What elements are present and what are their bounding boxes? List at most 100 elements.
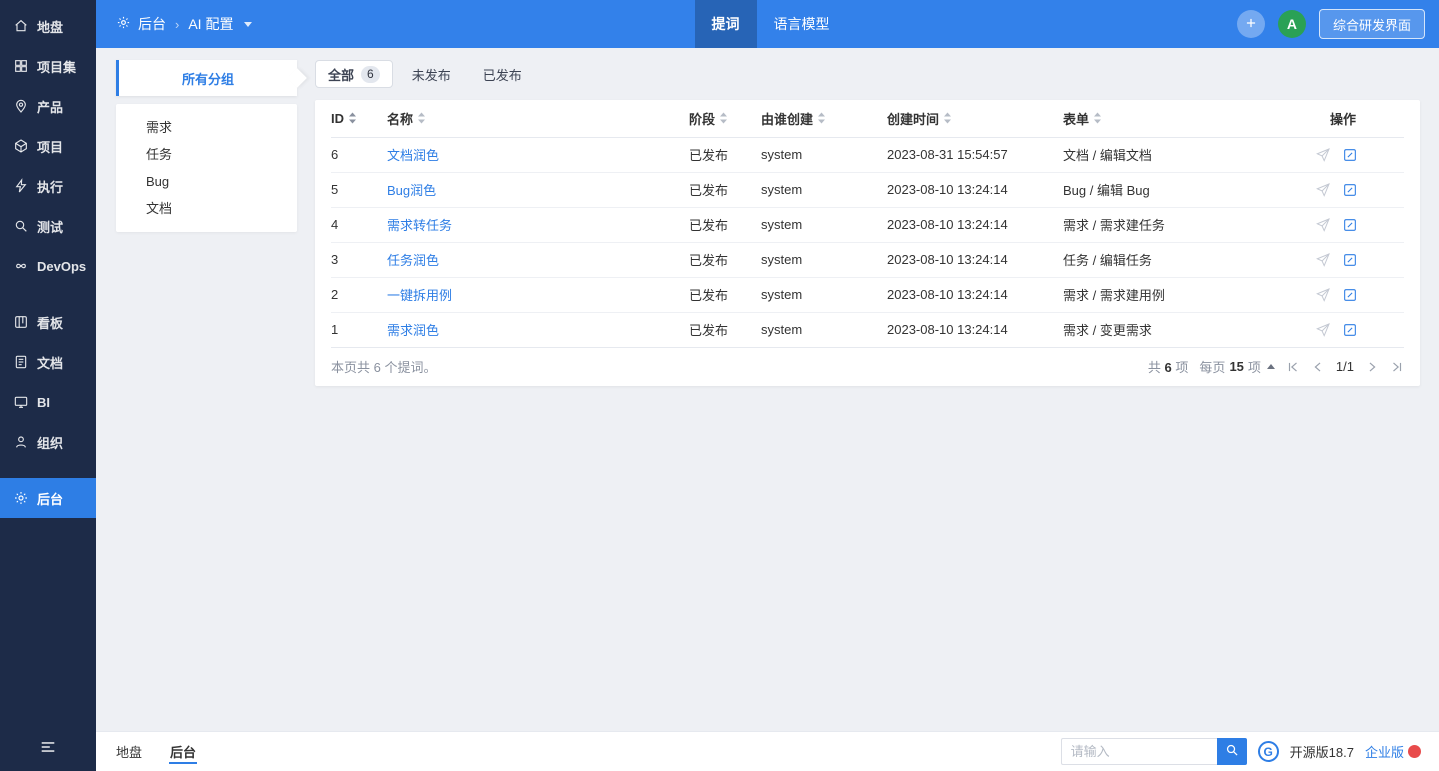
edit-icon[interactable] (1342, 147, 1358, 163)
sort-icon[interactable] (1093, 112, 1102, 124)
filter-tab-unpublished[interactable]: 未发布 (399, 60, 464, 88)
next-page-button[interactable] (1365, 360, 1379, 374)
sort-icon[interactable] (943, 112, 952, 124)
last-page-button[interactable] (1390, 360, 1404, 374)
group-item-doc[interactable]: 文档 (116, 195, 297, 222)
bottom-tab-admin[interactable]: 后台 (156, 732, 210, 771)
prompt-name-link[interactable]: 一键拆用例 (387, 288, 452, 303)
cell-id: 5 (331, 172, 387, 207)
cell-stage: 已发布 (689, 242, 761, 277)
group-item-story[interactable]: 需求 (116, 114, 297, 141)
actions-cell (1305, 252, 1404, 268)
sidebar-item-product[interactable]: 产品 (0, 86, 96, 126)
sidebar-item-execution[interactable]: 执行 (0, 166, 96, 206)
cell-stage: 已发布 (689, 312, 761, 347)
page-summary: 本页共 6 个提词。 (331, 357, 436, 376)
breadcrumb-current-dropdown[interactable]: AI 配置 (188, 14, 252, 34)
group-item-task[interactable]: 任务 (116, 141, 297, 168)
actions-cell (1305, 287, 1404, 303)
prompt-name-link[interactable]: 任务润色 (387, 253, 439, 268)
sidebar-item-label: 产品 (37, 97, 63, 116)
sort-icon[interactable] (348, 112, 357, 124)
pagination: 共 6 项 每页 15 项 1/1 (1148, 357, 1404, 376)
cell-created: 2023-08-10 13:24:14 (887, 242, 1063, 277)
group-all-label: 所有分组 (182, 69, 234, 88)
magnifier-icon (13, 218, 29, 234)
filter-tab-published[interactable]: 已发布 (470, 60, 535, 88)
edit-icon[interactable] (1342, 217, 1358, 233)
sidebar-item-bi[interactable]: BI (0, 382, 96, 422)
avatar[interactable]: A (1278, 10, 1306, 38)
table-footer: 本页共 6 个提词。 共 6 项 每页 15 项 1/1 (331, 348, 1404, 386)
tab-language-models[interactable]: 语言模型 (757, 0, 847, 48)
sidebar-item-label: 地盘 (37, 17, 63, 36)
prompt-name-link[interactable]: 需求润色 (387, 323, 439, 338)
publish-icon[interactable] (1315, 217, 1331, 233)
cell-created: 2023-08-10 13:24:14 (887, 172, 1063, 207)
publish-icon[interactable] (1315, 322, 1331, 338)
hot-badge-icon (1408, 745, 1421, 758)
publish-icon[interactable] (1315, 252, 1331, 268)
prompt-name-link[interactable]: 文档润色 (387, 148, 439, 163)
total-items: 共 6 项 (1148, 357, 1189, 376)
sidebar-item-label: 项目集 (37, 57, 76, 76)
prompt-name-link[interactable]: Bug润色 (387, 183, 436, 198)
edit-icon[interactable] (1342, 287, 1358, 303)
page-size-select[interactable]: 每页 15 项 (1199, 357, 1275, 376)
sidebar-item-doc[interactable]: 文档 (0, 342, 96, 382)
cell-id: 6 (331, 137, 387, 172)
actions-cell (1305, 217, 1404, 233)
edit-icon[interactable] (1342, 182, 1358, 198)
group-item-bug[interactable]: Bug (116, 168, 297, 195)
kanban-icon (13, 314, 29, 330)
sidebar-item-qa[interactable]: 测试 (0, 206, 96, 246)
cell-stage: 已发布 (689, 207, 761, 242)
filter-all-count-badge: 6 (361, 66, 380, 83)
cell-creator: system (761, 277, 887, 312)
prompt-name-link[interactable]: 需求转任务 (387, 218, 452, 233)
cell-creator: system (761, 207, 887, 242)
search-input[interactable] (1061, 738, 1217, 765)
filter-tab-all[interactable]: 全部 6 (315, 60, 393, 88)
filter-unpublished-label: 未发布 (412, 65, 451, 84)
sidebar-item-label: DevOps (37, 259, 86, 274)
sidebar-item-org[interactable]: 组织 (0, 422, 96, 462)
prompt-table-card: ID 名称 阶段 由谁创建 创建时间 表单 操作 6 (315, 100, 1420, 386)
publish-icon[interactable] (1315, 287, 1331, 303)
caret-up-icon (1267, 364, 1275, 369)
enterprise-edition-link[interactable]: 企业版 (1365, 742, 1421, 761)
group-all-button[interactable]: 所有分组 (116, 60, 297, 96)
publish-icon[interactable] (1315, 147, 1331, 163)
sidebar-item-project[interactable]: 项目 (0, 126, 96, 166)
bottom-tab-dashboard[interactable]: 地盘 (102, 732, 156, 771)
sort-icon[interactable] (719, 112, 728, 124)
breadcrumb-admin[interactable]: 后台 (116, 14, 166, 34)
add-button[interactable] (1237, 10, 1265, 38)
sidebar-item-program[interactable]: 项目集 (0, 46, 96, 86)
table-row: 4 需求转任务 已发布 system 2023-08-10 13:24:14 需… (331, 207, 1404, 242)
switch-view-button[interactable]: 综合研发界面 (1319, 9, 1425, 39)
sort-icon[interactable] (417, 112, 426, 124)
prev-page-button[interactable] (1311, 360, 1325, 374)
tab-prompts[interactable]: 提词 (695, 0, 757, 48)
sidebar-item-dashboard[interactable]: 地盘 (0, 6, 96, 46)
edit-icon[interactable] (1342, 252, 1358, 268)
sidebar-item-devops[interactable]: DevOps (0, 246, 96, 286)
prompt-list-area: 全部 6 未发布 已发布 (315, 60, 1420, 731)
gear-icon (116, 15, 131, 33)
column-header-creator: 由谁创建 (761, 109, 813, 128)
bottom-right-controls: G 开源版18.7 企业版 (1061, 738, 1421, 765)
document-icon (13, 354, 29, 370)
sidebar-item-kanban[interactable]: 看板 (0, 302, 96, 342)
column-header-name: 名称 (387, 109, 413, 128)
search-button[interactable] (1217, 738, 1247, 765)
filter-tabs: 全部 6 未发布 已发布 (315, 60, 1420, 88)
grid-icon (13, 58, 29, 74)
sidebar-collapse-button[interactable] (0, 725, 96, 771)
sort-icon[interactable] (817, 112, 826, 124)
sidebar-item-admin[interactable]: 后台 (0, 478, 96, 518)
publish-icon[interactable] (1315, 182, 1331, 198)
edit-icon[interactable] (1342, 322, 1358, 338)
first-page-button[interactable] (1286, 360, 1300, 374)
app-root: 地盘 项目集 产品 项目 执行 测试 (0, 0, 1439, 771)
